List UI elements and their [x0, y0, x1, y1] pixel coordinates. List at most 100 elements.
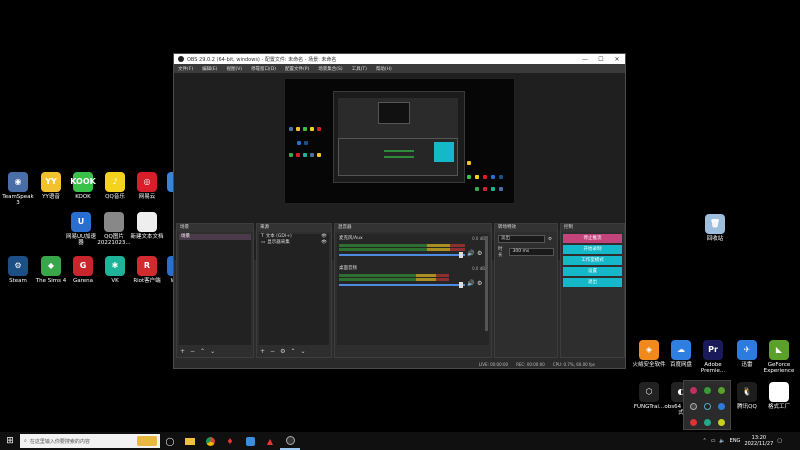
gear-icon[interactable]: ⚙: [477, 280, 482, 287]
bluetooth-app-icon[interactable]: [240, 432, 260, 450]
desktop-icon[interactable]: ◉ TeamSpeak 3: [1, 172, 35, 206]
desktop-icon[interactable]: ♪ QQ音乐: [98, 172, 132, 200]
menu-help[interactable]: 帮助(H): [376, 66, 392, 72]
desktop-icon-label: The Sims 4: [35, 278, 67, 284]
tray-app-icon[interactable]: [690, 387, 697, 394]
desktop-icon[interactable]: YY YY语音: [34, 172, 68, 200]
source-label: 显示器采集: [267, 240, 290, 245]
preview-desktop-icon: [317, 127, 321, 131]
volume-slider-knob[interactable]: [459, 282, 463, 288]
desktop-icon[interactable]: 🐧 腾讯QQ: [730, 382, 764, 410]
add-source-button[interactable]: +: [260, 348, 265, 355]
desktop-icon[interactable]: ◈ 火绒安全软件: [632, 340, 666, 368]
obs-titlebar[interactable]: OBS 29.0.2 (64-bit, windows) - 配置文件: 未命名…: [174, 54, 625, 64]
desktop-icon[interactable]: ✱ VK: [98, 256, 132, 284]
sources-dock-title: 来源: [257, 224, 331, 232]
desktop: ◉TeamSpeak 3YYYY语音KOOKKOOK♪QQ音乐◎网易云CU网易U…: [0, 0, 800, 450]
app-icon: ☁: [671, 340, 691, 360]
menu-tools[interactable]: 工具(T): [352, 66, 367, 72]
tray-app-icon[interactable]: [704, 419, 711, 426]
chrome-icon[interactable]: [200, 432, 220, 450]
menu-profile[interactable]: 配置文件(P): [285, 66, 309, 72]
app-icon: 🐧: [737, 382, 757, 402]
desktop-icon[interactable]: Pr Adobe Premie...: [696, 340, 730, 374]
task-view-icon[interactable]: ◯: [160, 432, 180, 450]
file-explorer-icon[interactable]: [180, 432, 200, 450]
desktop-icon[interactable]: 新建文本文档: [130, 212, 164, 240]
source-item-display[interactable]: ▭ 显示器采集 👁: [259, 240, 329, 246]
tray-app-icon[interactable]: [690, 419, 697, 426]
nvidia-icon[interactable]: [718, 387, 725, 394]
desktop-icon[interactable]: ◣ GeForce Experience: [762, 340, 796, 374]
clock[interactable]: 13:20 2022/11/27: [744, 435, 773, 447]
desktop-icon[interactable]: 🗑 回收站: [698, 214, 732, 242]
gear-icon[interactable]: ⚙: [548, 237, 552, 242]
desktop-icon[interactable]: ⚙ Steam: [1, 256, 35, 284]
studio-mode-button[interactable]: 工作室模式: [563, 256, 622, 265]
obs-window[interactable]: OBS 29.0.2 (64-bit, windows) - 配置文件: 未命名…: [173, 53, 626, 369]
menu-scene-collection[interactable]: 场景集合(S): [318, 66, 342, 72]
move-up-button[interactable]: ⌃: [290, 348, 295, 355]
stop-streaming-button[interactable]: 停止推流: [563, 234, 622, 243]
menu-file[interactable]: 文件(F): [178, 66, 193, 72]
desktop-icon[interactable]: R Riot客户端: [130, 256, 164, 284]
remove-scene-button[interactable]: −: [190, 348, 195, 355]
chevron-up-icon[interactable]: ⌃: [702, 438, 706, 444]
desktop-icon[interactable]: ◍ 格式工厂: [762, 382, 796, 410]
move-down-button[interactable]: ⌄: [300, 348, 305, 355]
desktop-icon[interactable]: ◆ The Sims 4: [34, 256, 68, 284]
add-scene-button[interactable]: +: [180, 348, 185, 355]
start-recording-button[interactable]: 开始录制: [563, 245, 622, 254]
preview-canvas[interactable]: [284, 78, 515, 204]
source-settings-button[interactable]: ⚙: [280, 348, 285, 355]
duration-input[interactable]: 300 ms: [509, 248, 554, 256]
search-box[interactable]: ⌕ 在这里输入你要搜索的内容: [20, 434, 160, 448]
move-up-button[interactable]: ⌃: [200, 348, 205, 355]
desktop-icon[interactable]: ✈ 迅雷: [730, 340, 764, 368]
app-icon: ✈: [737, 340, 757, 360]
gear-icon[interactable]: ⚙: [477, 250, 482, 257]
remove-source-button[interactable]: −: [270, 348, 275, 355]
media-icon[interactable]: ▲: [260, 432, 280, 450]
eye-icon[interactable]: 👁: [321, 240, 329, 246]
obs-icon[interactable]: [280, 432, 300, 450]
scene-item[interactable]: 场景: [179, 234, 251, 240]
app-icon: ✱: [105, 256, 125, 276]
desktop-icon[interactable]: QQ图片20221023...: [97, 212, 131, 246]
desktop-icon[interactable]: G Garena: [66, 256, 100, 284]
speaker-icon[interactable]: 🔊: [467, 250, 474, 257]
desktop-icon[interactable]: ☁ 百度网盘: [664, 340, 698, 368]
notification-icon[interactable]: ▢: [777, 438, 782, 444]
volume-slider-knob[interactable]: [459, 252, 463, 258]
minimize-button[interactable]: —: [577, 56, 593, 63]
app-red-icon[interactable]: ♦: [220, 432, 240, 450]
scenes-list[interactable]: 场景: [179, 234, 251, 345]
exit-button[interactable]: 退出: [563, 278, 622, 287]
network-icon[interactable]: ▭: [711, 438, 716, 444]
volume-icon[interactable]: 🔈: [719, 438, 725, 444]
desktop-icon[interactable]: U 网易UU加速器: [64, 212, 98, 246]
tray-app-icon[interactable]: [718, 419, 725, 426]
mixer-scrollbar[interactable]: [485, 236, 488, 331]
volume-slider[interactable]: [339, 254, 465, 256]
tray-app-icon[interactable]: [704, 403, 711, 410]
transition-select[interactable]: 淡出: [498, 235, 545, 243]
sources-list[interactable]: T 文本 (GDI+) 👁 ▭ 显示器采集 👁: [259, 234, 329, 345]
menu-docks[interactable]: 停靠窗口(D): [251, 66, 276, 72]
speaker-icon[interactable]: 🔊: [467, 280, 474, 287]
settings-button[interactable]: 设置: [563, 267, 622, 276]
menu-edit[interactable]: 编辑(E): [202, 66, 217, 72]
move-down-button[interactable]: ⌄: [210, 348, 215, 355]
close-button[interactable]: ✕: [609, 56, 625, 63]
tray-app-icon[interactable]: [690, 403, 697, 410]
desktop-icon[interactable]: ◎ 网易云: [130, 172, 164, 200]
maximize-button[interactable]: ☐: [593, 56, 609, 63]
language-indicator[interactable]: ENG: [730, 438, 741, 444]
windows-icon[interactable]: ⊞: [0, 432, 20, 450]
tray-app-icon[interactable]: [704, 387, 711, 394]
desktop-icon[interactable]: KOOK KOOK: [66, 172, 100, 200]
volume-slider[interactable]: [339, 284, 465, 286]
desktop-icon[interactable]: ⬡ FUNGTrai...: [632, 382, 666, 410]
menu-view[interactable]: 视图(V): [226, 66, 242, 72]
tray-app-icon[interactable]: [718, 403, 725, 410]
